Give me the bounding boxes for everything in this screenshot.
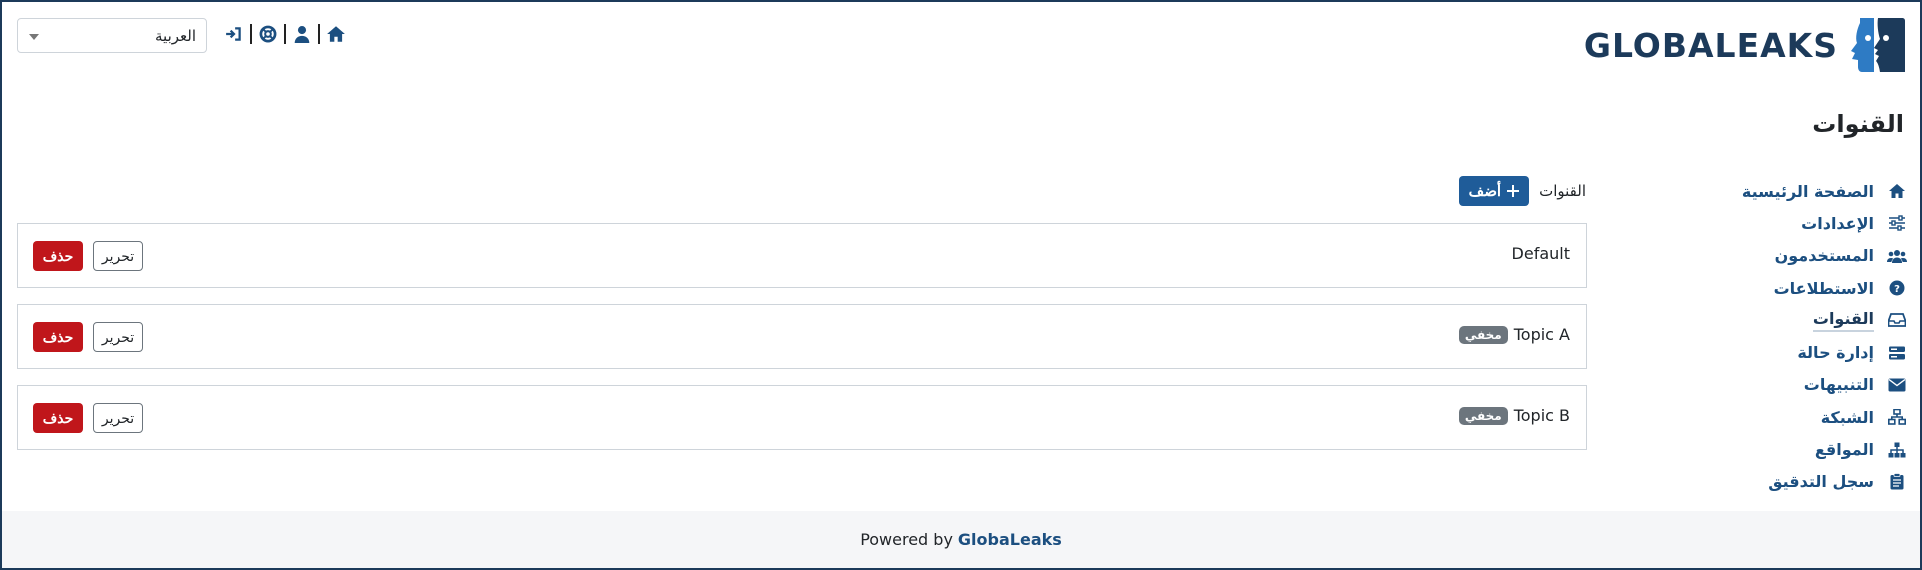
support-icon[interactable] xyxy=(256,22,280,46)
page-title: القنوات xyxy=(1812,110,1904,138)
sidebar-item-label: التنبيهات xyxy=(1803,375,1874,395)
sidebar-item-users[interactable]: المستخدمون xyxy=(1728,240,1908,272)
clipboard-icon xyxy=(1886,471,1908,493)
language-select-value: العربية xyxy=(155,27,196,45)
footer-prefix: Powered by xyxy=(860,530,953,549)
channel-name: Default xyxy=(1511,244,1570,263)
delete-button[interactable]: حذف xyxy=(33,241,83,271)
sliders-icon xyxy=(1886,212,1908,234)
channels-section-header: القنوات أضف xyxy=(1458,176,1586,206)
home-icon xyxy=(1886,180,1908,202)
logo-heads-icon xyxy=(1851,18,1905,72)
sidebar-item-label: سجل التدقيق xyxy=(1768,472,1874,492)
question-icon: ? xyxy=(1886,277,1908,299)
divider xyxy=(250,24,252,44)
footer: Powered by GlobaLeaks xyxy=(2,511,1920,568)
sidebar-item-status-management[interactable]: إدارة حالة xyxy=(1728,336,1908,368)
user-icon[interactable] xyxy=(290,22,314,46)
footer-brand-link[interactable]: GlobaLeaks xyxy=(958,530,1062,549)
sidebar-item-label: القنوات xyxy=(1812,309,1874,332)
edit-button[interactable]: تحرير xyxy=(93,241,143,271)
add-channel-button[interactable]: أضف xyxy=(1458,176,1530,206)
sidebar-item-channels[interactable]: القنوات xyxy=(1728,304,1908,336)
sidebar-item-label: الصفحة الرئيسية xyxy=(1741,181,1874,201)
delete-button[interactable]: حذف xyxy=(33,322,83,352)
envelope-icon xyxy=(1886,374,1908,396)
logo-wordmark: GLOBALEAKS xyxy=(1583,25,1838,65)
channel-name-wrap: Default xyxy=(1512,244,1570,263)
logout-icon[interactable] xyxy=(222,22,246,46)
sidebar: الصفحة الرئيسية الإعدادات المستخدمون ? ا… xyxy=(1728,175,1908,498)
divider xyxy=(284,24,286,44)
chevron-down-icon xyxy=(29,34,39,40)
sidebar-item-label: الشبكة xyxy=(1820,407,1874,427)
inbox-icon xyxy=(1886,309,1908,331)
divider xyxy=(318,24,320,44)
svg-text:?: ? xyxy=(1894,284,1900,295)
network-icon xyxy=(1886,406,1908,428)
channel-name: Topic A xyxy=(1513,325,1570,344)
sidebar-item-questionnaires[interactable]: ? الاستطلاعات xyxy=(1728,272,1908,304)
channel-name-wrap: Topic A مخفي xyxy=(1458,325,1570,344)
sidebar-item-audit-log[interactable]: سجل التدقيق xyxy=(1728,466,1908,498)
edit-button[interactable]: تحرير xyxy=(93,322,143,352)
sidebar-item-sites[interactable]: المواقع xyxy=(1728,433,1908,465)
sidebar-item-label: الاستطلاعات xyxy=(1773,278,1874,298)
row-actions: حذف تحرير xyxy=(33,322,143,352)
row-actions: حذف تحرير xyxy=(33,241,143,271)
row-actions: حذف تحرير xyxy=(33,403,143,433)
channel-row: Topic A مخفي حذف تحرير xyxy=(17,304,1587,369)
edit-button[interactable]: تحرير xyxy=(93,403,143,433)
sidebar-item-network[interactable]: الشبكة xyxy=(1728,401,1908,433)
home-icon[interactable] xyxy=(324,22,348,46)
hidden-badge: مخفي xyxy=(1458,406,1508,425)
sidebar-item-notifications[interactable]: التنبيهات xyxy=(1728,369,1908,401)
plus-icon xyxy=(1507,185,1520,197)
language-select[interactable]: العربية xyxy=(17,18,207,53)
channel-name: Topic B xyxy=(1513,406,1570,425)
sidebar-item-settings[interactable]: الإعدادات xyxy=(1728,207,1908,239)
users-icon xyxy=(1886,245,1908,267)
channel-name-wrap: Topic B مخفي xyxy=(1458,406,1570,425)
add-button-label: أضف xyxy=(1468,183,1502,200)
channel-row: Default حذف تحرير xyxy=(17,223,1587,288)
sitemap-icon xyxy=(1886,439,1908,461)
delete-button[interactable]: حذف xyxy=(33,403,83,433)
globaleaks-logo[interactable]: GLOBALEAKS xyxy=(1584,15,1906,75)
hidden-badge: مخفي xyxy=(1458,325,1508,344)
sidebar-item-label: المستخدمون xyxy=(1774,246,1874,266)
section-label: القنوات xyxy=(1539,182,1586,200)
top-nav-icons xyxy=(222,22,348,46)
sidebar-item-label: المواقع xyxy=(1814,440,1874,460)
server-icon xyxy=(1886,342,1908,364)
sidebar-item-home[interactable]: الصفحة الرئيسية xyxy=(1728,175,1908,207)
channel-row: Topic B مخفي حذف تحرير xyxy=(17,385,1587,450)
sidebar-item-label: إدارة حالة xyxy=(1797,343,1874,363)
sidebar-item-label: الإعدادات xyxy=(1801,213,1874,233)
